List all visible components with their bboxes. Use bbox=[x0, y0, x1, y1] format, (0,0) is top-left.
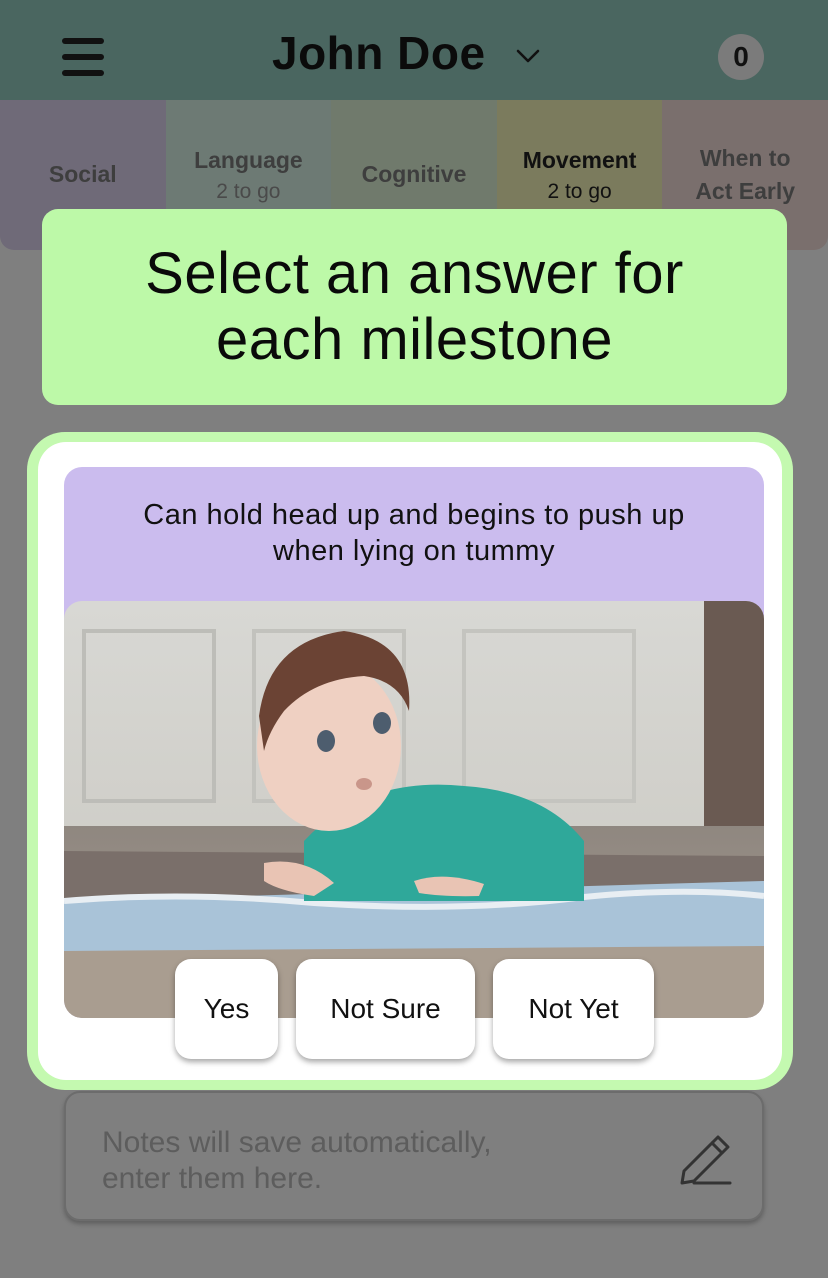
tab-label: Movement bbox=[522, 147, 637, 173]
tab-label-line2: Act Early bbox=[695, 178, 796, 204]
tab-label-line1: When to bbox=[699, 145, 791, 171]
milestone-line1: Can hold head up and begins to push up bbox=[143, 499, 685, 531]
tab-label: Social bbox=[48, 161, 117, 187]
milestone-box: Can hold head up and begins to push up w… bbox=[64, 467, 764, 1018]
tab-remaining-count: 2 to go bbox=[547, 180, 612, 203]
tab-label: Language bbox=[194, 147, 303, 173]
milestone-question: Can hold head up and begins to push up w… bbox=[84, 497, 744, 569]
notes-placeholder: Notes will save automatically, enter the… bbox=[102, 1125, 622, 1197]
milestone-line2: when lying on tummy bbox=[273, 535, 555, 567]
notes-field[interactable]: Notes will save automatically, enter the… bbox=[64, 1091, 764, 1221]
banner-line1: Select an answer for bbox=[145, 241, 684, 306]
hamburger-icon[interactable] bbox=[62, 38, 104, 76]
chevron-down-icon[interactable] bbox=[516, 44, 540, 68]
tab-label: Cognitive bbox=[361, 161, 467, 187]
milestone-photo bbox=[64, 601, 764, 1018]
instruction-banner: Select an answer for each milestone bbox=[42, 209, 787, 405]
answer-not-sure-button[interactable]: Not Sure bbox=[296, 959, 475, 1059]
answer-not-yet-button[interactable]: Not Yet bbox=[493, 959, 654, 1059]
tab-remaining-count: 2 to go bbox=[216, 180, 281, 203]
child-name[interactable]: John Doe bbox=[272, 26, 486, 80]
milestone-card-body: Can hold head up and begins to push up w… bbox=[38, 442, 782, 1080]
banner-line2: each milestone bbox=[215, 307, 614, 372]
notes-placeholder-line1: Notes will save automatically, bbox=[102, 1126, 492, 1159]
answer-yes-button[interactable]: Yes bbox=[175, 959, 278, 1059]
pencil-icon[interactable] bbox=[676, 1131, 734, 1187]
app-header: John Doe 0 bbox=[0, 0, 828, 100]
notes-placeholder-line2: enter them here. bbox=[102, 1162, 323, 1195]
notification-count-badge[interactable]: 0 bbox=[718, 34, 764, 80]
answer-buttons: Yes Not Sure Not Yet bbox=[38, 959, 782, 1059]
milestone-card: Can hold head up and begins to push up w… bbox=[27, 432, 793, 1090]
